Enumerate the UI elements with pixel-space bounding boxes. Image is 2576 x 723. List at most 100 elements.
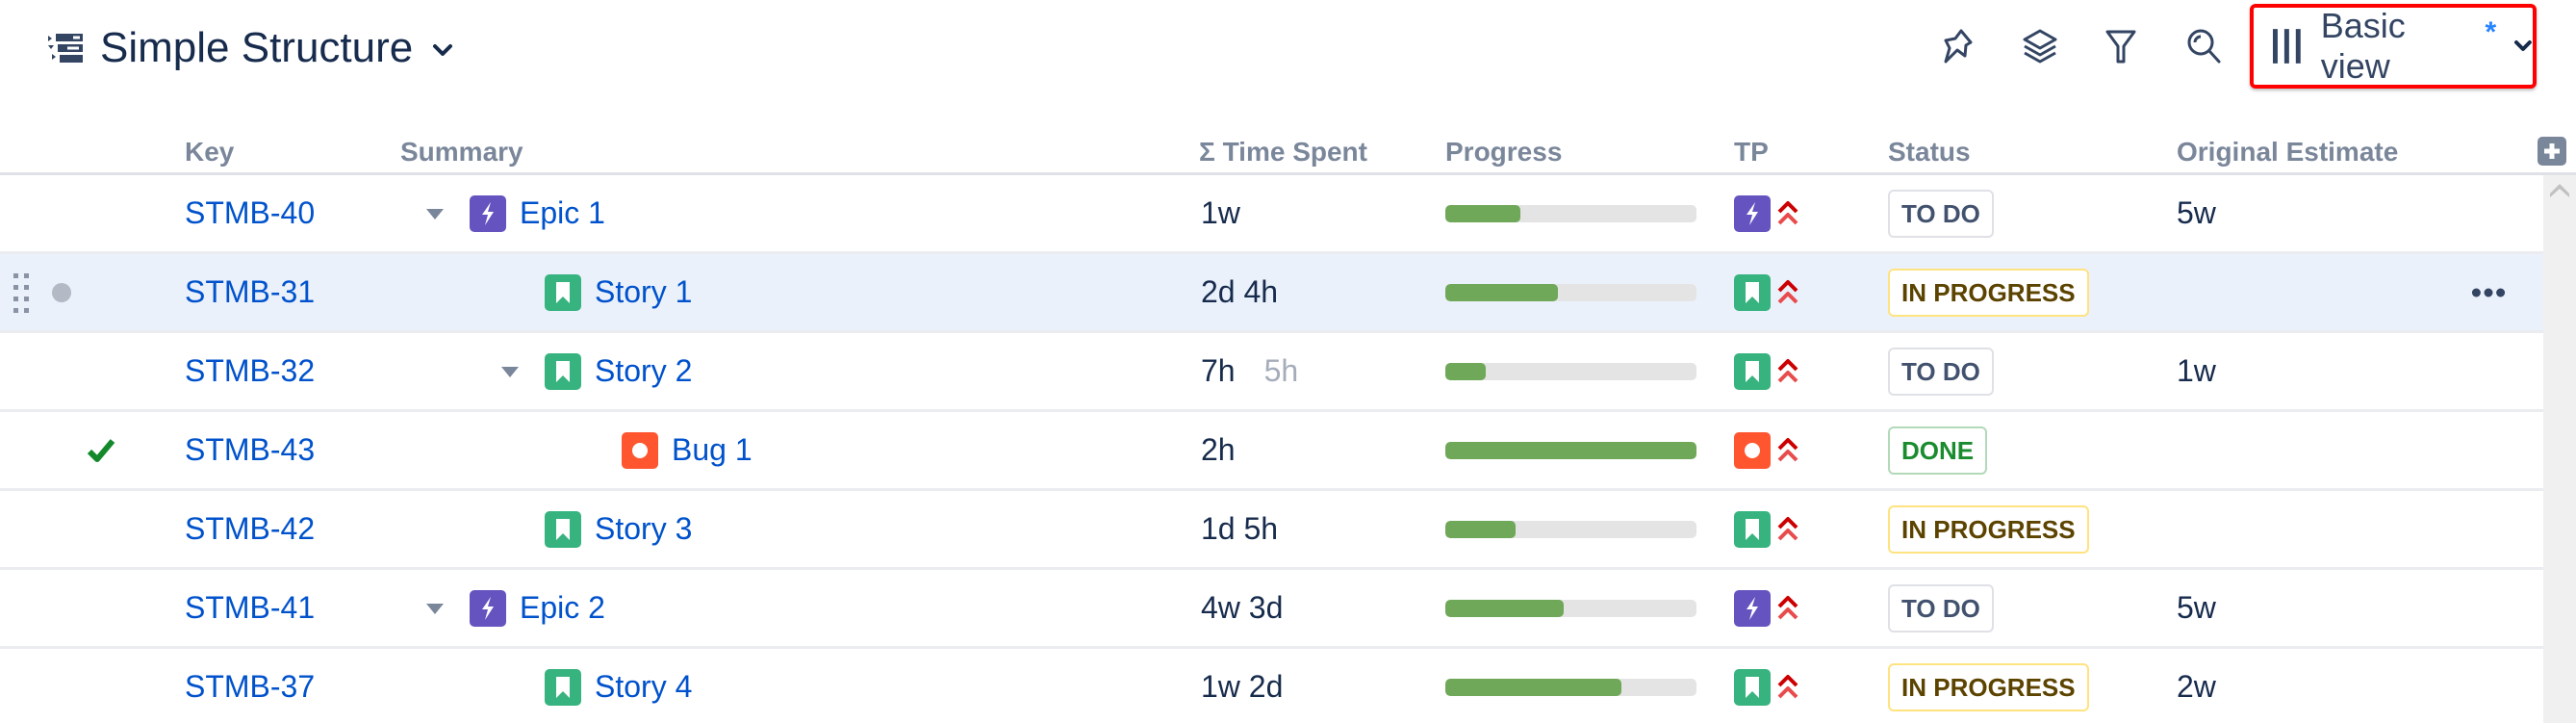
column-header-status[interactable]: Status [1888,137,1971,168]
view-modified-marker: * [2485,16,2497,48]
status-cell: IN PROGRESS [1888,254,2089,330]
summary-link[interactable]: Bug 1 [672,432,752,468]
row-actions-button[interactable] [2471,254,2510,330]
progress-bar-fill [1445,520,1517,538]
table-row[interactable]: STMB-41 Epic 2 4w 3d TO DO 5w [0,570,2543,649]
summary-cell: Story 4 [498,649,692,723]
row-actions-button[interactable] [2471,333,2510,409]
layers-button[interactable] [2019,25,2061,67]
summary-link[interactable]: Story 2 [595,353,692,389]
table-row[interactable]: STMB-43 Bug 1 2h DONE [0,412,2543,491]
table-row-selected[interactable]: STMB-31 Story 1 2d 4h IN PROGRESS [0,254,2543,333]
story-icon [545,273,581,311]
structure-rows: STMB-40 Epic 1 1w TO DO 5w STMB-31 Story… [0,175,2543,723]
tp-cell [1734,649,1799,723]
summary-link[interactable]: Story 4 [595,669,692,705]
progress-bar-fill [1445,599,1564,617]
status-lozenge[interactable]: TO DO [1888,189,1994,238]
time-spent-value: 7h [1201,353,1236,388]
expand-toggle-icon[interactable] [498,364,522,379]
status-lozenge[interactable]: DONE [1888,426,1988,475]
issue-key-link[interactable]: STMB-42 [185,491,315,567]
drag-handle[interactable] [12,570,31,646]
table-row[interactable]: STMB-37 Story 4 1w 2d IN PROGRESS 2w [0,649,2543,723]
original-estimate-cell: 5w [2177,195,2216,230]
status-lozenge[interactable]: IN PROGRESS [1888,268,2089,317]
drag-handle[interactable] [12,254,31,330]
expand-toggle-icon[interactable] [423,206,446,221]
pin-button[interactable] [1936,25,1978,67]
tp-cell [1734,175,1799,251]
structure-selector[interactable]: Simple Structure [46,21,453,75]
column-header-tp[interactable]: TP [1734,137,1769,168]
search-button[interactable] [2182,25,2225,67]
table-row[interactable]: STMB-40 Epic 1 1w TO DO 5w [0,175,2543,254]
time-spent-value: 1w 2d [1201,669,1284,704]
columns-icon [2272,29,2301,64]
resolved-check-icon [87,412,125,488]
add-column-button[interactable] [2538,137,2566,166]
drag-handle[interactable] [12,491,31,567]
status-lozenge[interactable]: TO DO [1888,347,1994,396]
view-selector-button[interactable]: Basic view * [2250,4,2537,89]
resolved-check-icon [87,649,125,723]
drag-handle[interactable] [12,412,31,488]
progress-bar [1445,520,1696,538]
row-actions-button[interactable] [2471,649,2510,723]
view-name: Basic view [2320,6,2406,86]
summary-cell: Story 3 [498,491,692,567]
scroll-up-arrow-icon[interactable] [2549,183,2570,198]
original-estimate-cell: 1w [2177,353,2216,388]
column-header-summary[interactable]: Summary [400,137,523,168]
summary-link[interactable]: Epic 1 [520,195,605,231]
summary-cell: Story 1 [498,254,692,330]
summary-cell: Epic 2 [423,570,605,646]
original-estimate-cell: 5w [2177,590,2216,625]
drag-handle[interactable] [12,175,31,251]
table-row[interactable]: STMB-32 Story 2 7h 5h TO DO 1w [0,333,2543,412]
status-cell: DONE [1888,412,1988,488]
vertical-scrollbar[interactable] [2543,175,2576,723]
summary-link[interactable]: Story 1 [595,274,692,310]
more-icon[interactable] [2471,287,2506,298]
row-actions-button[interactable] [2471,491,2510,567]
issue-key-link[interactable]: STMB-43 [185,412,315,488]
story-icon [1734,668,1771,706]
time-spent-cell: 2h [1201,412,1236,488]
filter-button[interactable] [2100,25,2142,67]
drag-handle-icon[interactable] [12,271,31,314]
status-lozenge[interactable]: IN PROGRESS [1888,504,2089,554]
epic-icon [1734,194,1771,232]
issue-key-link[interactable]: STMB-37 [185,649,315,723]
expand-toggle-icon[interactable] [423,601,446,616]
time-spent-value: 4w 3d [1201,590,1284,625]
plus-icon [2544,143,2560,159]
progress-cell [1445,412,1696,488]
row-actions-button[interactable] [2471,570,2510,646]
summary-link[interactable]: Epic 2 [520,590,605,626]
row-marker [52,649,73,723]
chevron-down-icon [433,44,453,56]
issue-key-link[interactable]: STMB-41 [185,570,315,646]
column-header-progress[interactable]: Progress [1445,137,1562,168]
summary-link[interactable]: Story 3 [595,511,692,547]
row-actions-button[interactable] [2471,412,2510,488]
progress-cell [1445,491,1696,567]
table-row[interactable]: STMB-42 Story 3 1d 5h IN PROGRESS [0,491,2543,570]
progress-bar [1445,283,1696,301]
column-header-key[interactable]: Key [185,137,234,168]
status-lozenge[interactable]: TO DO [1888,583,1994,633]
time-spent-value: 1w [1201,195,1240,230]
issue-key-link[interactable]: STMB-32 [185,333,315,409]
status-lozenge[interactable]: IN PROGRESS [1888,662,2089,711]
progress-bar-fill [1445,362,1486,380]
time-spent-own-value: 5h [1263,353,1299,388]
story-icon [1734,352,1771,390]
issue-key-link[interactable]: STMB-40 [185,175,315,251]
drag-handle[interactable] [12,649,31,723]
drag-handle[interactable] [12,333,31,409]
column-header-original-estimate[interactable]: Original Estimate [2177,137,2398,168]
column-header-time-spent[interactable]: Σ Time Spent [1199,137,1367,168]
issue-key-link[interactable]: STMB-31 [185,254,315,330]
row-actions-button[interactable] [2471,175,2510,251]
